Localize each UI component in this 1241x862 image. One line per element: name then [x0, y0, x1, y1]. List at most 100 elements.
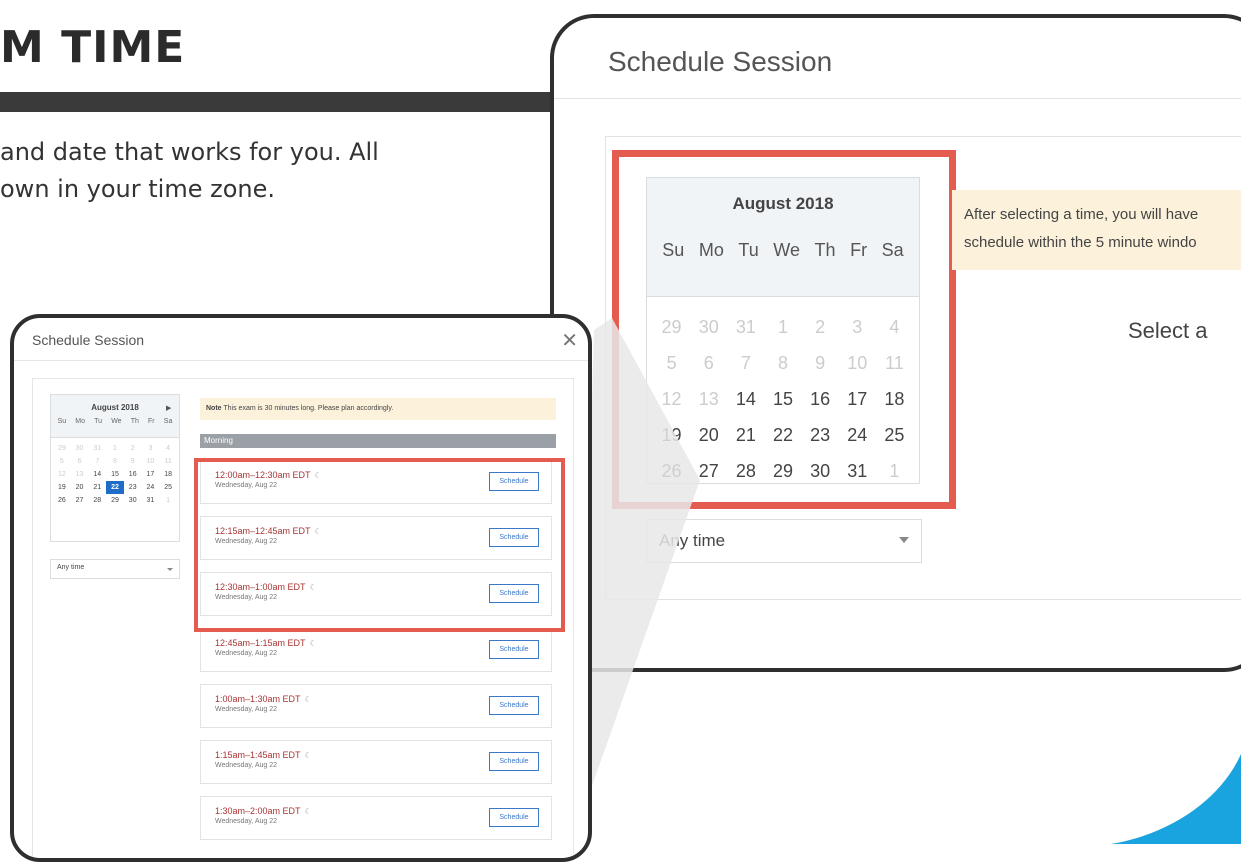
title-bar: [0, 92, 560, 112]
next-month-icon[interactable]: ▶: [166, 404, 171, 412]
time-slot: 12:45am–1:15am EDT ☾ Wednesday, Aug 22 Sche…: [200, 628, 552, 672]
calendar-day: 7: [95, 458, 100, 465]
slot-date: Wednesday, Aug 22: [215, 818, 278, 825]
close-icon[interactable]: ✕: [561, 328, 578, 353]
moon-icon: ☾: [304, 751, 312, 760]
weekday-label: Fr: [148, 418, 155, 425]
mini-calendar: August 2018 Su Mo Tu We Th Fr Sa 29 30 31 1 2 3 4 5 6 7…: [50, 394, 180, 542]
slot-time-label: 1:15am–1:45am EDT: [215, 750, 301, 760]
calendar-day: 30: [75, 445, 84, 452]
calendar-day[interactable]: 26: [53, 494, 71, 507]
mini-calendar-header: August 2018 Su Mo Tu We Th Fr Sa: [51, 395, 179, 438]
caret-down-icon: [167, 568, 173, 571]
slot-time-label: 12:45am–1:15am EDT: [215, 638, 306, 648]
moon-icon: ☾: [304, 807, 312, 816]
schedule-button[interactable]: Schedule: [489, 808, 539, 827]
calendar-day: 4: [166, 445, 171, 452]
calendar-day: 10: [146, 458, 155, 465]
schedule-button[interactable]: Schedule: [489, 640, 539, 659]
calendar-day[interactable]: 31: [142, 494, 160, 507]
slot-time: 1:00am–1:30am EDT ☾: [215, 694, 312, 704]
weekday-label: Su: [57, 418, 67, 425]
zoom-select-prompt: Select a: [1128, 318, 1208, 343]
zoom-note-banner: After selecting a time, you will have sc…: [952, 190, 1241, 270]
exam-note: Note This exam is 30 minutes long. Pleas…: [200, 398, 556, 420]
mini-calendar-month: August 2018: [91, 403, 139, 412]
calendar-day[interactable]: 28: [88, 494, 106, 507]
zoom-header: Schedule Session: [554, 18, 1241, 99]
calendar-day[interactable]: 23: [124, 481, 142, 494]
calendar-day[interactable]: 15: [106, 468, 124, 481]
slots-highlight: [194, 458, 565, 632]
mini-day-grid: 29 30 31 1 2 3 4 5 6 7 8 9 10 11 12 13 14 15 16 17 18 19 20 21 2…: [51, 438, 179, 507]
zoom-time-filter-select[interactable]: Any time: [646, 519, 922, 563]
weekday-label: Th: [130, 418, 139, 425]
calendar-day[interactable]: 20: [71, 481, 89, 494]
weekday-label: Mo: [75, 418, 85, 425]
calendar-day[interactable]: 21: [88, 481, 106, 494]
calendar-day[interactable]: 18: [159, 468, 177, 481]
weekday-label: Sa: [163, 418, 173, 425]
schedule-button[interactable]: Schedule: [489, 752, 539, 771]
modal-title: Schedule Session: [32, 332, 145, 348]
calendar-day: 31: [93, 445, 102, 452]
calendar-day: 12: [57, 471, 66, 478]
swoosh-decoration: [1111, 754, 1241, 844]
intro-line: own in your time zone.: [0, 175, 275, 203]
calendar-day[interactable]: 22: [106, 481, 124, 494]
zoom-note-line: schedule within the 5 minute windo: [964, 234, 1197, 251]
calendar-day: 1: [166, 497, 171, 504]
slot-time-label: 1:30am–2:00am EDT: [215, 806, 301, 816]
note-text: This exam is 30 minutes long. Please pla…: [221, 405, 394, 412]
calendar-day: 5: [59, 458, 64, 465]
schedule-button[interactable]: Schedule: [489, 696, 539, 715]
calendar-day: 29: [57, 445, 66, 452]
time-slot: 1:30am–2:00am EDT ☾ Wednesday, Aug 22 Sched…: [200, 796, 552, 840]
calendar-day: 6: [77, 458, 82, 465]
slot-time: 12:45am–1:15am EDT ☾: [215, 638, 317, 648]
calendar-day: 13: [75, 471, 84, 478]
note-label: Note: [206, 405, 222, 412]
calendar-day[interactable]: 17: [142, 468, 160, 481]
page-title: M TIME: [0, 22, 186, 73]
time-slot: 1:00am–1:30am EDT ☾ Wednesday, Aug 22 Sched…: [200, 684, 552, 728]
slot-date: Wednesday, Aug 22: [215, 706, 278, 713]
calendar-day: 2: [130, 445, 135, 452]
zoom-time-filter-value: Any time: [659, 531, 726, 550]
calendar-day: 3: [148, 445, 153, 452]
calendar-day[interactable]: 29: [106, 494, 124, 507]
slot-date: Wednesday, Aug 22: [215, 762, 278, 769]
time-slot: 1:15am–1:45am EDT ☾ Wednesday, Aug 22 Sched…: [200, 740, 552, 784]
intro-line: and date that works for you. All: [0, 138, 379, 166]
slot-time-label: 1:00am–1:30am EDT: [215, 694, 301, 704]
zoom-modal-title: Schedule Session: [608, 46, 833, 77]
weekday-label: We: [111, 418, 122, 425]
moon-icon: ☾: [304, 695, 312, 704]
weekday-label: Tu: [94, 418, 103, 425]
calendar-day: 1: [113, 445, 117, 452]
modal-header: Schedule Session ✕: [14, 318, 588, 361]
schedule-session-modal: Schedule Session ✕ August 2018 Su Mo Tu We T…: [10, 314, 592, 862]
caret-down-icon: [899, 537, 909, 543]
calendar-day[interactable]: 30: [124, 494, 142, 507]
calendar-day[interactable]: 16: [124, 468, 142, 481]
slot-time: 1:30am–2:00am EDT ☾: [215, 806, 312, 816]
intro-text: and date that works for you. All own in …: [0, 134, 560, 208]
calendar-day[interactable]: 27: [71, 494, 89, 507]
calendar-day[interactable]: 14: [88, 468, 106, 481]
calendar-day: 9: [130, 458, 135, 465]
calendar-day[interactable]: 19: [53, 481, 71, 494]
zoom-calendar-highlight: [612, 150, 956, 509]
mini-weekday-row: Su Mo Tu We Th Fr Sa: [51, 412, 179, 425]
time-filter-select[interactable]: Any time: [50, 559, 180, 579]
slot-time: 1:15am–1:45am EDT ☾: [215, 750, 312, 760]
time-filter-value: Any time: [57, 564, 85, 571]
section-morning: Morning: [200, 434, 556, 448]
slot-date: Wednesday, Aug 22: [215, 650, 278, 657]
calendar-day[interactable]: 25: [159, 481, 177, 494]
calendar-day: 11: [164, 458, 172, 465]
calendar-day: 8: [113, 458, 117, 465]
zoom-note-line: After selecting a time, you will have: [964, 206, 1199, 223]
calendar-day[interactable]: 24: [142, 481, 160, 494]
moon-icon: ☾: [309, 639, 317, 648]
